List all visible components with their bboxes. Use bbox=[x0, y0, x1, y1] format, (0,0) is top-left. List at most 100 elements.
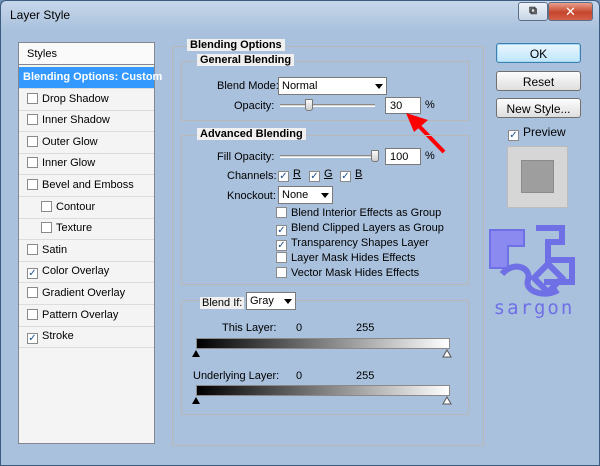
blend-mode-value: Normal bbox=[282, 80, 318, 92]
advanced-option-checkbox[interactable] bbox=[276, 252, 287, 263]
styles-item[interactable]: Gradient Overlay bbox=[19, 283, 154, 305]
styles-item-checkbox[interactable] bbox=[41, 200, 52, 212]
advanced-option-checkbox[interactable] bbox=[276, 207, 287, 218]
advanced-option-checkbox[interactable]: ✓ bbox=[276, 240, 287, 251]
fill-opacity-slider-thumb[interactable] bbox=[371, 150, 379, 162]
preview-checkbox[interactable]: ✓ bbox=[508, 130, 519, 141]
styles-item-label: Contour bbox=[56, 200, 96, 213]
reset-button[interactable]: Reset bbox=[496, 71, 581, 91]
styles-item[interactable]: ✓ Color Overlay bbox=[19, 261, 154, 284]
styles-item-checkbox[interactable] bbox=[27, 179, 38, 190]
fill-opacity-input[interactable]: 100 bbox=[385, 148, 421, 165]
advanced-option-checkbox[interactable]: ✓ bbox=[276, 225, 287, 236]
styles-header-label: Styles bbox=[27, 48, 57, 60]
styles-item[interactable]: Inner Shadow bbox=[19, 110, 154, 133]
styles-item-label: Pattern Overlay bbox=[42, 308, 119, 321]
channels-label: Channels: bbox=[227, 170, 277, 182]
styles-item[interactable]: Texture bbox=[19, 218, 154, 241]
styles-item-label: Inner Glow bbox=[42, 157, 96, 170]
advanced-option-row[interactable]: ✓ Blend Clipped Layers as Group bbox=[276, 222, 444, 236]
blend-mode-select[interactable]: Normal bbox=[278, 77, 387, 95]
title-bar[interactable]: Layer Style ⧉ ✕ bbox=[1, 1, 599, 29]
styles-item[interactable]: Outer Glow bbox=[19, 132, 154, 154]
advanced-blending-title: Advanced Blending bbox=[197, 128, 306, 140]
this-layer-black-slider[interactable] bbox=[192, 350, 200, 357]
blend-if-select[interactable]: Gray bbox=[246, 292, 296, 310]
underlying-layer-label: Underlying Layer: bbox=[193, 370, 280, 382]
this-layer-low-value: 0 bbox=[296, 322, 303, 334]
window-title: Layer Style bbox=[10, 8, 71, 22]
fill-opacity-percent: % bbox=[425, 150, 435, 162]
opacity-slider-thumb[interactable] bbox=[304, 99, 313, 111]
knockout-value: None bbox=[282, 189, 309, 201]
this-layer-gradient bbox=[196, 338, 450, 349]
blend-mode-label: Blend Mode: bbox=[217, 80, 279, 92]
styles-item-label: Color Overlay bbox=[42, 265, 110, 278]
channel-checkbox[interactable]: ✓ bbox=[278, 171, 289, 182]
close-button[interactable]: ✕ bbox=[548, 2, 593, 21]
advanced-option-row[interactable]: Vector Mask Hides Effects bbox=[276, 267, 419, 279]
preview-checkbox-row[interactable]: ✓ Preview bbox=[508, 125, 566, 141]
fill-opacity-slider-track[interactable] bbox=[280, 155, 375, 158]
styles-item[interactable]: Contour bbox=[19, 197, 154, 219]
this-layer-white-slider[interactable] bbox=[442, 349, 452, 358]
channel-label: B bbox=[355, 168, 363, 180]
channel-label: R bbox=[293, 168, 301, 180]
underlying-black-slider[interactable] bbox=[192, 397, 200, 404]
styles-list: Styles Blending Options: Custom Drop Shad… bbox=[18, 42, 162, 444]
styles-item-label: Blending Options: Custom bbox=[23, 71, 163, 83]
styles-item[interactable]: Satin bbox=[19, 240, 154, 262]
channel-g-checkbox-row[interactable]: ✓ G bbox=[309, 168, 333, 182]
styles-item[interactable]: Inner Glow bbox=[19, 153, 154, 176]
opacity-slider-track[interactable] bbox=[280, 104, 375, 107]
opacity-label: Opacity: bbox=[234, 100, 275, 112]
advanced-option-label: Blend Interior Effects as Group bbox=[291, 207, 442, 219]
styles-item-checkbox[interactable]: ✓ bbox=[27, 268, 38, 280]
styles-item-checkbox[interactable] bbox=[27, 287, 38, 298]
channel-b-checkbox-row[interactable]: ✓ B bbox=[340, 168, 362, 182]
channel-label: G bbox=[324, 168, 333, 180]
ok-button[interactable]: OK bbox=[496, 43, 581, 63]
styles-item-checkbox[interactable] bbox=[27, 92, 38, 104]
underlying-white-slider[interactable] bbox=[442, 396, 452, 405]
chevron-down-icon bbox=[375, 84, 383, 89]
styles-header[interactable]: Styles bbox=[19, 43, 154, 65]
styles-item-label: Gradient Overlay bbox=[42, 287, 126, 299]
styles-item[interactable]: Bevel and Emboss bbox=[19, 175, 154, 197]
styles-item[interactable]: ✓ Stroke bbox=[19, 326, 154, 349]
styles-item-label: Inner Shadow bbox=[42, 114, 110, 127]
channel-checkbox[interactable]: ✓ bbox=[340, 171, 351, 182]
underlying-layer-gradient bbox=[196, 385, 450, 396]
blend-if-value: Gray bbox=[250, 295, 274, 307]
styles-item-checkbox[interactable] bbox=[27, 135, 38, 147]
blend-if-group bbox=[181, 300, 469, 415]
styles-item-checkbox[interactable]: ✓ bbox=[27, 333, 38, 345]
knockout-select[interactable]: None bbox=[278, 186, 333, 204]
blending-options-title: Blending Options bbox=[187, 39, 285, 51]
advanced-option-row[interactable]: Layer Mask Hides Effects bbox=[276, 252, 416, 264]
new-style-button[interactable]: New Style... bbox=[496, 98, 581, 118]
advanced-option-row[interactable]: Blend Interior Effects as Group bbox=[276, 207, 441, 219]
advanced-option-checkbox[interactable] bbox=[276, 267, 287, 278]
advanced-option-label: Layer Mask Hides Effects bbox=[291, 252, 416, 264]
sargon-logo: sargon bbox=[489, 225, 575, 319]
styles-item[interactable]: Blending Options: Custom bbox=[19, 67, 162, 89]
restore-button[interactable]: ⧉ bbox=[518, 2, 548, 21]
styles-item-checkbox[interactable] bbox=[27, 308, 38, 320]
fill-opacity-label: Fill Opacity: bbox=[217, 151, 275, 163]
styles-item-label: Texture bbox=[56, 222, 93, 235]
this-layer-label: This Layer: bbox=[222, 322, 277, 334]
advanced-option-row[interactable]: ✓ Transparency Shapes Layer bbox=[276, 237, 429, 251]
styles-item-checkbox[interactable] bbox=[27, 243, 38, 255]
restore-icon: ⧉ bbox=[529, 5, 537, 17]
styles-item-checkbox[interactable] bbox=[41, 222, 52, 234]
chevron-down-icon bbox=[284, 299, 292, 304]
knockout-label: Knockout: bbox=[227, 190, 276, 202]
styles-item-checkbox[interactable] bbox=[27, 157, 38, 169]
channel-checkbox[interactable]: ✓ bbox=[309, 171, 320, 182]
styles-item[interactable]: Drop Shadow bbox=[19, 89, 154, 111]
styles-item-checkbox[interactable] bbox=[27, 114, 38, 126]
styles-item[interactable]: Pattern Overlay bbox=[19, 305, 154, 327]
chevron-down-icon bbox=[321, 193, 329, 198]
channel-r-checkbox-row[interactable]: ✓ R bbox=[278, 168, 301, 182]
